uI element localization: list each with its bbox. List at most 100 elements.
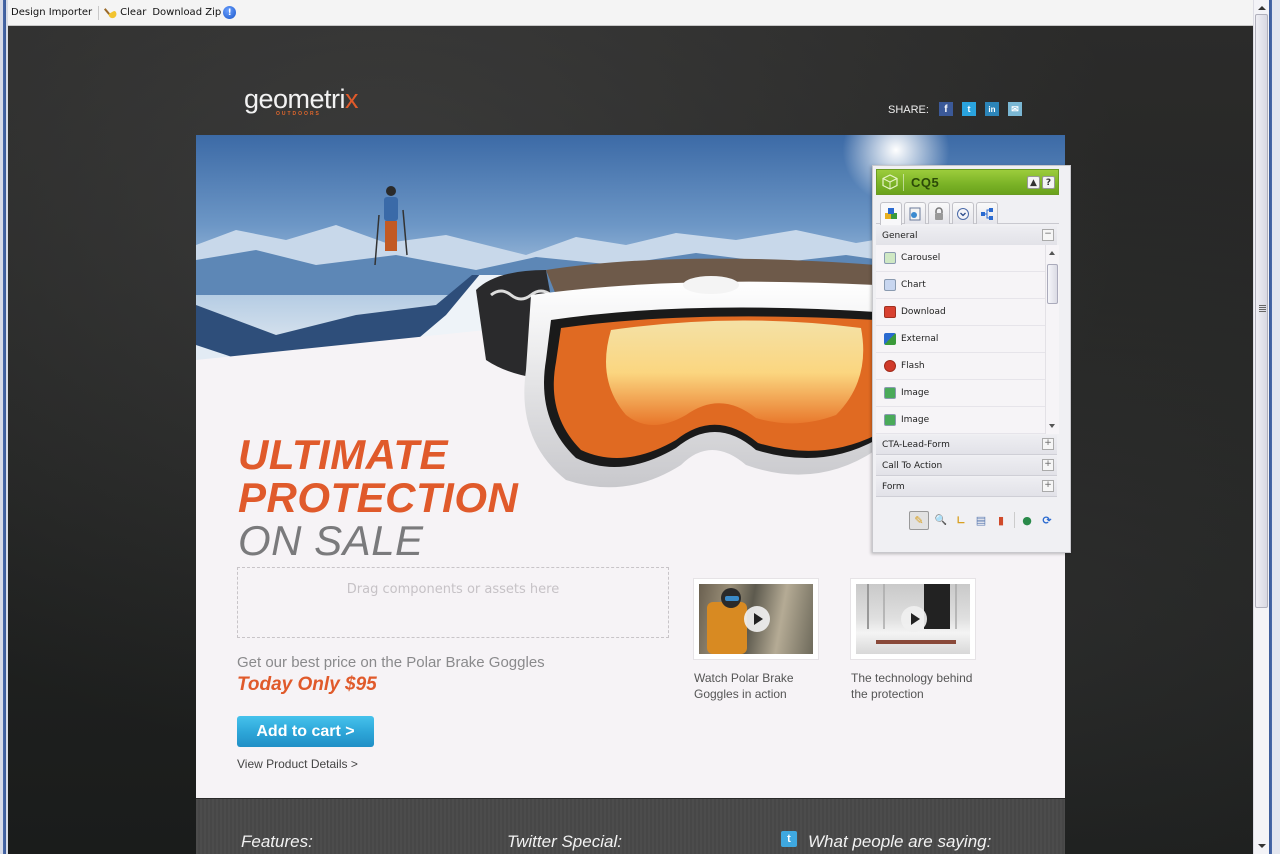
logo-x: x	[345, 84, 359, 114]
category-form[interactable]: Form +	[876, 477, 1057, 497]
scroll-up-arrow[interactable]	[1258, 6, 1266, 10]
clear-label: Clear	[120, 7, 147, 18]
tab-components[interactable]	[880, 202, 902, 225]
category-cta-lead-form[interactable]: CTA-Lead-Form +	[876, 435, 1057, 455]
collapse-toggle[interactable]: −	[1042, 229, 1054, 241]
page-viewport: geometrix OUTDOORS SHARE: f t in ✉ ULTIM…	[8, 26, 1253, 854]
help-button[interactable]: ?	[1042, 176, 1055, 189]
importer-toolbar: Design Importer Clear Download Zip !	[8, 0, 1253, 26]
download-zip-button[interactable]: Download Zip !	[152, 6, 237, 19]
header-divider	[903, 174, 904, 191]
add-to-cart-button[interactable]: Add to cart >	[237, 716, 374, 747]
page-icon	[909, 207, 921, 220]
category-general[interactable]: General −	[876, 226, 1057, 246]
component-label: Carousel	[901, 253, 941, 263]
component-list-scrollbar[interactable]	[1045, 245, 1059, 434]
sidekick-mode-toolbar: ✎ 🔍 ∟ ▤ ▮ ● ⟳	[876, 508, 1059, 532]
hero-headline: ULTIMATE PROTECTION ON SALE	[238, 433, 518, 562]
expand-toggle[interactable]: +	[1042, 459, 1054, 471]
drop-zone-text: Drag components or assets here	[346, 582, 560, 597]
design-importer-label: Design Importer	[11, 7, 93, 18]
scroll-down-arrow[interactable]	[1049, 424, 1055, 428]
expand-toggle[interactable]: +	[1042, 480, 1054, 492]
view-product-details-link[interactable]: View Product Details >	[237, 757, 358, 771]
sidekick-tabs	[876, 200, 1059, 225]
headline-line-3: ON SALE	[238, 517, 424, 564]
edit-mode-pencil-icon[interactable]: ✎	[909, 510, 929, 530]
component-image[interactable]: Image	[876, 380, 1045, 407]
tab-lock[interactable]	[928, 202, 950, 224]
cq5-sidekick: CQ5 ▲ ? General − Carousel Chart Downloa…	[872, 165, 1071, 553]
carousel-icon	[884, 252, 896, 264]
video-thumbnail[interactable]	[693, 578, 819, 660]
linkedin-icon[interactable]: in	[984, 102, 999, 116]
image-icon	[884, 387, 896, 399]
refresh-icon[interactable]: ⟳	[1039, 512, 1055, 528]
component-flash[interactable]: Flash	[876, 353, 1045, 380]
tab-versioning[interactable]	[952, 202, 974, 224]
logo-text: geometri	[244, 84, 346, 114]
play-icon[interactable]	[744, 606, 770, 632]
headline-line-2: PROTECTION	[238, 474, 519, 521]
scroll-up-arrow[interactable]	[1049, 251, 1055, 255]
image-icon	[884, 414, 896, 426]
tab-workflow[interactable]	[976, 202, 998, 224]
component-label: Chart	[901, 280, 926, 290]
preview-magnifier-icon[interactable]: 🔍	[933, 512, 949, 528]
cq5-cube-icon	[882, 174, 898, 190]
sidekick-title: CQ5	[911, 175, 940, 190]
category-label: Call To Action	[882, 461, 943, 471]
clear-button[interactable]: Clear	[105, 7, 146, 19]
scaffolding-icon[interactable]: ▤	[973, 512, 989, 528]
category-label: General	[882, 231, 918, 241]
component-chart[interactable]: Chart	[876, 272, 1045, 299]
video-caption[interactable]: The technology behind the protection	[851, 670, 991, 702]
component-image[interactable]: Image	[876, 407, 1045, 434]
video-caption[interactable]: Watch Polar Brake Goggles in action	[694, 670, 814, 702]
sidekick-header[interactable]: CQ5 ▲ ?	[876, 169, 1059, 195]
window-frame-left	[0, 0, 8, 854]
page-scrollbar[interactable]	[1253, 0, 1269, 854]
tab-page[interactable]	[904, 202, 926, 224]
component-carousel[interactable]: Carousel	[876, 245, 1045, 272]
download-zip-label: Download Zip	[152, 7, 222, 18]
scroll-down-arrow[interactable]	[1258, 844, 1266, 848]
workflow-icon	[981, 207, 993, 220]
email-icon[interactable]: ✉	[1007, 102, 1022, 116]
component-external[interactable]: External	[876, 326, 1045, 353]
info-icon[interactable]: !	[223, 6, 237, 19]
share-label: SHARE:	[888, 104, 929, 116]
video-thumb-image	[856, 584, 970, 654]
facebook-icon[interactable]: f	[938, 102, 953, 116]
twitter-icon[interactable]: t	[961, 102, 976, 116]
component-label: External	[901, 334, 939, 344]
play-icon[interactable]	[901, 606, 927, 632]
toolbar-separator	[98, 5, 100, 20]
category-label: CTA-Lead-Form	[882, 440, 950, 450]
promo-text: Get our best price on the Polar Brake Go…	[237, 654, 545, 671]
headline-line-1: ULTIMATE	[238, 431, 449, 478]
download-icon	[884, 306, 896, 318]
component-download[interactable]: Download	[876, 299, 1045, 326]
client-context-icon[interactable]: ▮	[993, 512, 1009, 528]
external-icon	[884, 333, 896, 345]
flash-icon	[884, 360, 896, 372]
category-call-to-action[interactable]: Call To Action +	[876, 456, 1057, 476]
component-label: Image	[901, 415, 930, 425]
broom-icon	[105, 7, 118, 19]
twitter-special-heading: Twitter Special:	[507, 832, 622, 851]
video-thumbnail[interactable]	[850, 578, 976, 660]
components-icon	[885, 208, 897, 219]
component-drop-zone[interactable]: Drag components or assets here	[237, 567, 669, 638]
price-text: Today Only $95	[237, 674, 377, 695]
component-label: Flash	[901, 361, 925, 371]
collapse-button[interactable]: ▲	[1027, 176, 1040, 189]
testimonials-heading: What people are saying:	[808, 832, 992, 851]
component-label: Image	[901, 388, 930, 398]
scroll-thumb[interactable]	[1255, 14, 1268, 608]
window-frame-right	[1269, 0, 1280, 854]
design-ruler-icon[interactable]: ∟	[953, 512, 969, 528]
website-globe-icon[interactable]: ●	[1019, 512, 1035, 528]
scroll-thumb[interactable]	[1047, 264, 1058, 304]
expand-toggle[interactable]: +	[1042, 438, 1054, 450]
